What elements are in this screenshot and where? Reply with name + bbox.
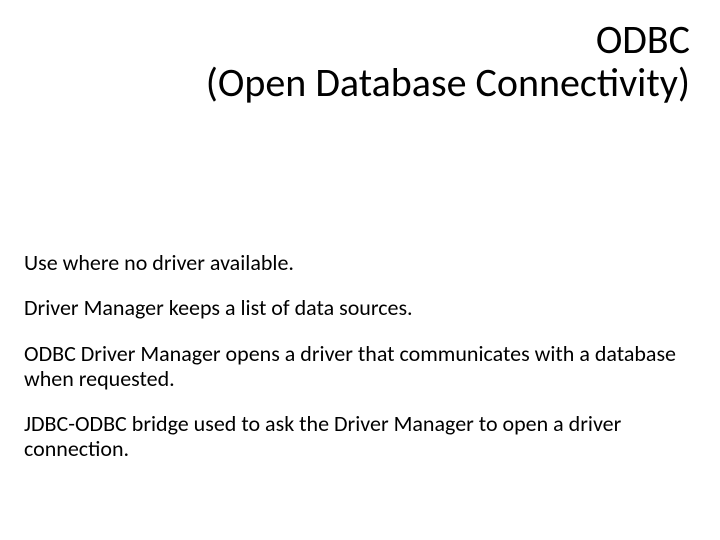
body-paragraph: Use where no driver available. bbox=[24, 250, 680, 275]
slide-body: Use where no driver available. Driver Ma… bbox=[24, 250, 680, 482]
slide-title: ODBC (Open Database Connectivity) bbox=[60, 18, 690, 104]
body-paragraph: ODBC Driver Manager opens a driver that … bbox=[24, 341, 680, 392]
body-paragraph: Driver Manager keeps a list of data sour… bbox=[24, 295, 680, 320]
title-line-2: (Open Database Connectivity) bbox=[60, 61, 690, 104]
body-paragraph: JDBC-ODBC bridge used to ask the Driver … bbox=[24, 411, 680, 462]
slide: ODBC (Open Database Connectivity) Use wh… bbox=[0, 0, 720, 540]
title-line-1: ODBC bbox=[60, 18, 690, 61]
